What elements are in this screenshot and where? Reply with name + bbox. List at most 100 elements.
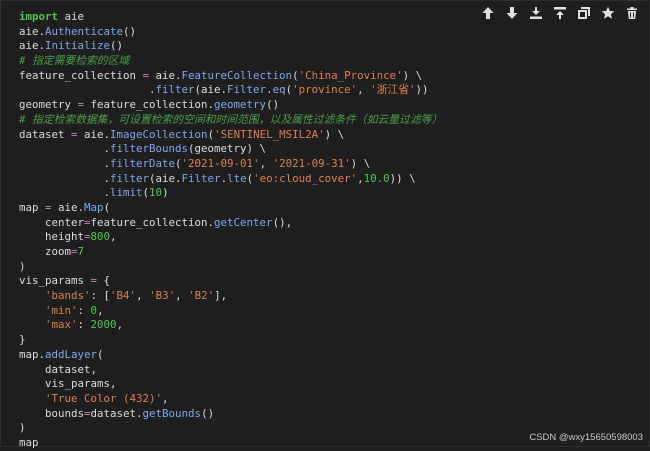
insert-below-button[interactable] xyxy=(549,3,571,23)
code-token: import xyxy=(19,10,59,23)
code-token: dataset xyxy=(19,127,72,141)
code-token: ) xyxy=(19,259,26,273)
code-token: (aie. xyxy=(194,83,228,97)
code-token: '2021-09-31' xyxy=(272,156,351,170)
code-token: ( xyxy=(103,200,111,214)
bookmark-button[interactable] xyxy=(597,3,619,23)
code-line: geometry = feature_collection.geometry() xyxy=(19,98,442,113)
code-token: aie. xyxy=(149,68,182,82)
code-line: import aie xyxy=(19,10,442,25)
code-line: # 指定检索数据集，可设置检索的空间和时间范围，以及属性过滤条件（如云量过滤等） xyxy=(19,113,442,128)
code-token: ) xyxy=(19,421,26,435)
code-token: filter xyxy=(110,171,150,185)
code-token: . xyxy=(19,83,156,97)
duplicate-button[interactable] xyxy=(573,3,595,23)
code-line: ) xyxy=(19,421,442,436)
code-token: feature_collection. xyxy=(84,98,215,112)
code-token: Map xyxy=(84,200,104,214)
code-token: map. xyxy=(19,347,46,361)
code-token: 'SENTINEL_MSIL2A' xyxy=(214,127,325,141)
code-cell[interactable]: import aie aie.Authenticate() aie.Initiali… xyxy=(0,0,650,449)
code-token: 2000 xyxy=(90,318,117,332)
code-token: . xyxy=(19,186,111,200)
code-token: ( xyxy=(97,347,104,361)
code-token: (), xyxy=(272,215,293,229)
code-token: , xyxy=(162,391,169,405)
code-token: Filter xyxy=(227,83,267,97)
code-token: feature_collection. xyxy=(90,215,215,229)
code-line: .limit(10) xyxy=(19,186,442,201)
code-token: , xyxy=(357,83,371,97)
code-token: } xyxy=(19,333,26,347)
code-token: , xyxy=(175,289,189,303)
code-line: map xyxy=(19,436,442,451)
code-token: 'min' xyxy=(45,303,78,317)
code-line: dataset = aie.ImageCollection('SENTINEL_… xyxy=(19,128,442,143)
code-token: 'eo:cloud_cover' xyxy=(253,171,358,185)
code-token: vis_params, xyxy=(19,377,117,391)
code-editor[interactable]: import aie aie.Authenticate() aie.Initiali… xyxy=(19,10,442,451)
code-line: # 指定需要检索的区域 xyxy=(19,54,442,69)
code-line: .filter(aie.Filter.lte('eo:cloud_cover',… xyxy=(19,172,442,187)
code-token: aie. xyxy=(51,200,85,214)
insert-below-icon xyxy=(554,7,566,19)
code-token: ) \ xyxy=(402,68,423,82)
move-up-button[interactable] xyxy=(477,3,499,23)
code-token: filter xyxy=(155,83,195,97)
code-line: vis_params, xyxy=(19,377,442,392)
code-line: 'bands': ['B4', 'B3', 'B2'], xyxy=(19,289,442,304)
code-line: feature_collection = aie.FeatureCollecti… xyxy=(19,69,442,84)
code-token: , xyxy=(259,156,273,170)
code-token: geometry xyxy=(214,98,267,112)
code-line: 'True Color (432)', xyxy=(19,392,442,407)
code-token: eq xyxy=(272,83,286,97)
move-down-button[interactable] xyxy=(501,3,523,23)
watermark: CSDN @wxy15650598003 xyxy=(529,432,643,443)
delete-button[interactable] xyxy=(621,3,643,23)
code-token: filterBounds xyxy=(110,142,189,156)
code-token: aie. xyxy=(19,24,46,38)
insert-above-button[interactable] xyxy=(525,3,547,23)
code-token: bounds xyxy=(19,406,85,420)
code-token: zoom xyxy=(19,245,72,258)
code-token: FeatureCollection xyxy=(181,68,293,82)
code-line: .filterBounds(geometry) \ xyxy=(19,142,442,157)
code-line: .filter(aie.Filter.eq('province', '浙江省')… xyxy=(19,83,442,98)
code-token: 'max' xyxy=(45,318,78,332)
code-token: 'B2' xyxy=(188,289,215,303)
code-token: dataset. xyxy=(90,406,143,420)
code-line: 'min': 0, xyxy=(19,304,442,319)
code-token: : xyxy=(77,303,91,317)
code-line: zoom=7 xyxy=(19,245,442,260)
code-token: 7 xyxy=(77,245,85,258)
code-line: 'max': 2000, xyxy=(19,318,442,333)
code-token: Authenticate xyxy=(45,24,124,38)
code-token: # 指定需要检索的区域 xyxy=(19,54,130,68)
code-line: ) xyxy=(19,260,442,275)
code-token: aie. xyxy=(77,127,111,141)
code-token: '2021-09-01' xyxy=(181,156,260,170)
code-line: .filterDate('2021-09-01', '2021-09-31') … xyxy=(19,157,442,172)
code-line: map = aie.Map( xyxy=(19,201,442,216)
insert-above-icon xyxy=(530,7,542,19)
code-token: lte xyxy=(227,171,247,185)
code-token: ImageCollection xyxy=(110,127,208,141)
code-token: 10 xyxy=(149,186,163,200)
code-token: () xyxy=(201,406,215,420)
code-token: aie. xyxy=(19,39,46,53)
code-token: . xyxy=(19,142,111,156)
code-token: (geometry) \ xyxy=(188,142,267,156)
code-token: ) \ xyxy=(350,156,371,170)
code-line: aie.Initialize() xyxy=(19,39,442,54)
code-token: height xyxy=(19,230,85,244)
code-token: )) \ xyxy=(389,171,416,185)
code-token: 'China_Province' xyxy=(298,68,403,82)
code-line: bounds=dataset.getBounds() xyxy=(19,407,442,422)
code-token: feature_collection xyxy=(19,68,143,82)
code-token: center xyxy=(19,215,85,229)
code-line: center=feature_collection.getCenter(), xyxy=(19,216,442,231)
code-token: geometry xyxy=(19,98,78,112)
